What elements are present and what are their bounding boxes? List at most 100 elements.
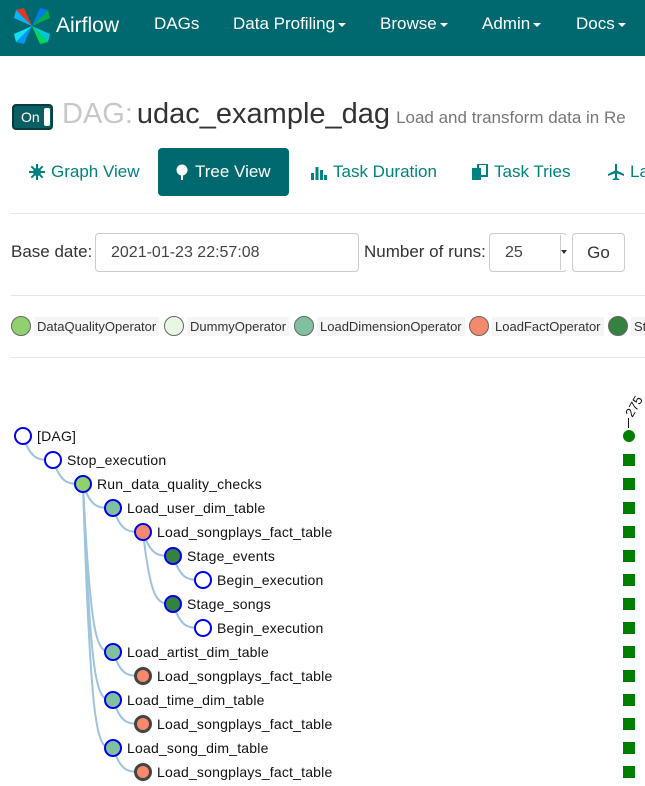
tab-landing-times[interactable]: La	[608, 148, 645, 196]
task-node-circle[interactable]	[134, 763, 152, 781]
nav-browse[interactable]: Browse	[380, 14, 448, 34]
tree-node[interactable]: Begin_execution	[194, 571, 324, 589]
task-instance-square[interactable]	[623, 766, 635, 778]
tree-node[interactable]: Stage_events	[164, 547, 275, 565]
task-node-circle[interactable]	[104, 499, 122, 517]
num-runs-label: Number of runs:	[364, 242, 486, 261]
task-node-circle[interactable]	[104, 643, 122, 661]
dag-pause-toggle[interactable]: On	[12, 104, 53, 130]
caret-down-icon	[617, 22, 626, 27]
nav-dags[interactable]: DAGs	[154, 14, 199, 34]
tree-node[interactable]: Run_data_quality_checks	[74, 475, 262, 493]
task-instance-square[interactable]	[623, 670, 635, 682]
task-instance-square[interactable]	[623, 622, 635, 634]
dag-prefix: DAG:	[62, 98, 133, 130]
brand-link[interactable]: Airflow	[12, 4, 119, 48]
task-node-label: Load_songplays_fact_table	[157, 668, 333, 684]
go-button[interactable]: Go	[572, 233, 625, 272]
tab-task-duration[interactable]: Task Duration	[311, 148, 437, 196]
task-instance-square[interactable]	[623, 502, 635, 514]
nav-admin[interactable]: Admin	[482, 14, 542, 34]
divider	[11, 213, 645, 214]
tree-node[interactable]: Load_user_dim_table	[104, 499, 265, 517]
legend-label: LoadFactOperator	[492, 316, 604, 336]
airflow-logo-icon	[14, 8, 50, 44]
tree-node[interactable]: Load_song_dim_table	[104, 739, 269, 757]
task-node-label: Load_user_dim_table	[127, 500, 266, 516]
task-node-label: Load_song_dim_table	[127, 740, 269, 756]
task-node-circle[interactable]	[134, 667, 152, 685]
legend-label: LoadDimensionOperator	[317, 316, 465, 336]
task-instance-square[interactable]	[623, 526, 635, 538]
task-instance-square[interactable]	[623, 646, 635, 658]
tree-node[interactable]: Load_songplays_fact_table	[134, 523, 332, 541]
legend-label: St	[631, 316, 645, 336]
legend-item: LoadDimensionOperator	[294, 316, 465, 336]
task-node-label: Load_songplays_fact_table	[157, 524, 333, 540]
navbar: Airflow DAGs Data Profiling Browse Admin…	[0, 0, 645, 56]
asterisk-icon	[29, 164, 45, 180]
task-instance-square[interactable]	[623, 478, 635, 490]
task-node-circle[interactable]	[194, 619, 212, 637]
dag-description: Load and transform data in Re	[396, 108, 626, 127]
legend-item: DataQualityOperator	[11, 316, 160, 336]
task-node-label: Run_data_quality_checks	[97, 476, 262, 492]
legend-label: DummyOperator	[187, 316, 290, 336]
task-instance-square[interactable]	[623, 718, 635, 730]
tree-node[interactable]: Load_songplays_fact_table	[134, 667, 332, 685]
tree-node[interactable]: Load_songplays_fact_table	[134, 715, 332, 733]
tree-node[interactable]: Stop_execution	[44, 451, 166, 469]
divider	[11, 357, 645, 358]
nav-docs[interactable]: Docs	[576, 14, 626, 34]
tree-node[interactable]: [DAG]	[14, 427, 76, 445]
task-instance-square[interactable]	[623, 550, 635, 562]
legend-color-swatch	[294, 316, 314, 336]
base-date-input[interactable]: 2021-01-23 22:57:08	[95, 233, 359, 272]
tab-tree-view[interactable]: Tree View	[158, 148, 289, 196]
tree-node[interactable]: Begin_execution	[194, 619, 324, 637]
task-instance-square[interactable]	[623, 598, 635, 610]
legend-item: DummyOperator	[164, 316, 290, 336]
task-node-label: Load_songplays_fact_table	[157, 764, 333, 780]
task-node-circle[interactable]	[104, 739, 122, 757]
tree-node[interactable]: Stage_songs	[164, 595, 271, 613]
task-instance-square[interactable]	[623, 694, 635, 706]
num-runs-select[interactable]: 25	[489, 233, 567, 272]
task-node-label: [DAG]	[37, 428, 77, 444]
num-runs-stepper[interactable]	[560, 235, 567, 270]
task-node-circle[interactable]	[194, 571, 212, 589]
divider	[11, 295, 645, 296]
tree-node[interactable]: Load_songplays_fact_table	[134, 763, 332, 781]
legend-color-swatch	[608, 316, 628, 336]
task-node-circle[interactable]	[74, 475, 92, 493]
task-node-circle[interactable]	[44, 451, 62, 469]
task-instance-square[interactable]	[623, 742, 635, 754]
nav-data-profiling[interactable]: Data Profiling	[233, 14, 347, 34]
run-tick	[628, 418, 629, 428]
task-node-label: Load_songplays_fact_table	[157, 716, 333, 732]
dag-run-status-dot[interactable]	[623, 430, 635, 442]
task-node-circle[interactable]	[164, 595, 182, 613]
tree-icon	[176, 164, 188, 180]
tree-node[interactable]: Load_artist_dim_table	[104, 643, 269, 661]
task-node-circle[interactable]	[104, 691, 122, 709]
task-instance-square[interactable]	[623, 454, 635, 466]
task-node-circle[interactable]	[134, 523, 152, 541]
legend-color-swatch	[11, 316, 31, 336]
task-node-label: Begin_execution	[217, 572, 324, 588]
caret-down-icon	[439, 22, 448, 27]
tree-node[interactable]: Load_time_dim_table	[104, 691, 265, 709]
task-node-label: Stage_songs	[187, 596, 271, 612]
tab-graph-view[interactable]: Graph View	[29, 148, 140, 196]
task-node-circle[interactable]	[164, 547, 182, 565]
task-node-label: Begin_execution	[217, 620, 324, 636]
caret-down-icon	[338, 22, 347, 27]
tab-task-tries[interactable]: Task Tries	[472, 148, 571, 196]
plane-icon	[608, 164, 624, 180]
task-node-label: Load_artist_dim_table	[127, 644, 269, 660]
task-instance-square[interactable]	[623, 574, 635, 586]
task-node-label: Stop_execution	[67, 452, 167, 468]
task-node-circle[interactable]	[134, 715, 152, 733]
legend-item: St	[608, 316, 645, 336]
task-node-circle[interactable]	[14, 427, 32, 445]
